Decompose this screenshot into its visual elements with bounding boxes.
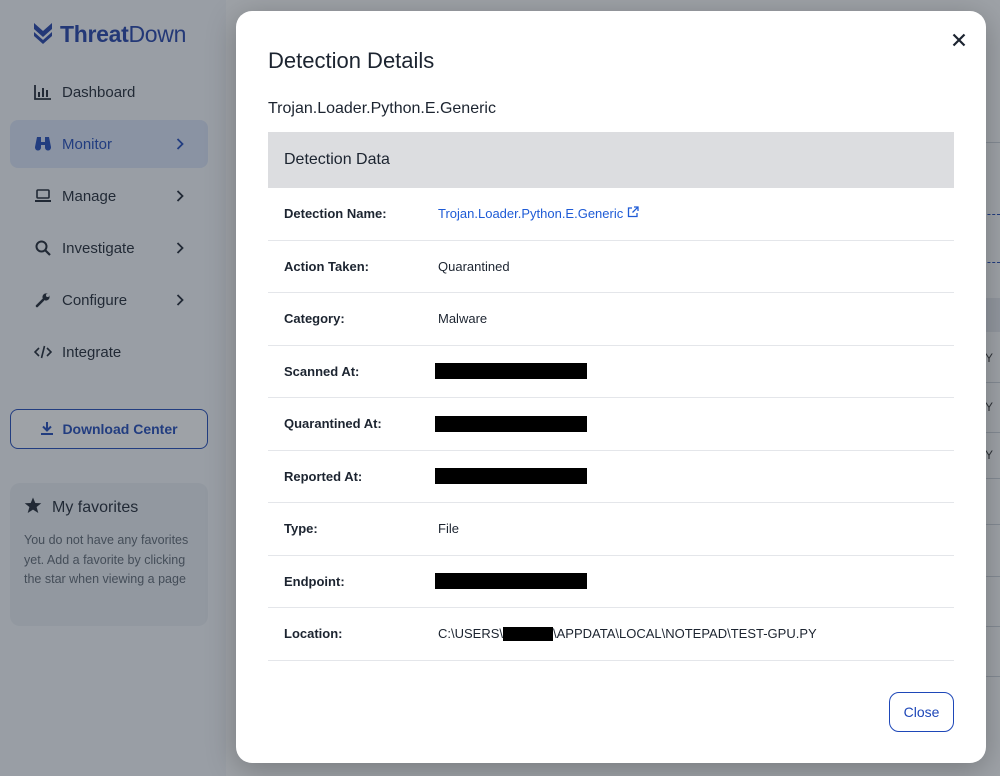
row-label: Quarantined At: bbox=[284, 416, 382, 432]
detection-subtitle: Trojan.Loader.Python.E.Generic bbox=[268, 100, 496, 117]
table-row: Category: Malware bbox=[268, 293, 954, 346]
row-label: Endpoint: bbox=[284, 573, 345, 589]
row-label: Scanned At: bbox=[284, 363, 360, 379]
close-icon[interactable] bbox=[946, 27, 972, 53]
row-label: Category: bbox=[284, 311, 345, 327]
location-prefix: C:\USERS\ bbox=[438, 626, 504, 642]
action-taken-value: Quarantined bbox=[438, 258, 510, 274]
table-row: Reported At: bbox=[268, 451, 954, 503]
detection-name-link[interactable]: Trojan.Loader.Python.E.Generic bbox=[438, 206, 639, 221]
row-label: Location: bbox=[284, 626, 343, 642]
detection-data-table: Detection Name: Trojan.Loader.Python.E.G… bbox=[268, 188, 954, 661]
location-suffix: \APPDATA\LOCAL\NOTEPAD\TEST-GPU.PY bbox=[553, 626, 817, 642]
row-label: Reported At: bbox=[284, 468, 363, 484]
section-header: Detection Data bbox=[268, 132, 954, 188]
redacted-value bbox=[435, 415, 587, 432]
type-value: File bbox=[438, 521, 459, 537]
row-label: Type: bbox=[284, 521, 318, 537]
detection-name-value: Trojan.Loader.Python.E.Generic bbox=[438, 206, 624, 222]
dialog-title: Detection Details bbox=[268, 48, 435, 73]
redacted-value bbox=[435, 573, 587, 590]
table-row: Endpoint: bbox=[268, 556, 954, 608]
table-row: Quarantined At: bbox=[268, 398, 954, 451]
redacted-value bbox=[435, 468, 587, 485]
table-row: Action Taken: Quarantined bbox=[268, 241, 954, 293]
detection-details-dialog: Detection Details Trojan.Loader.Python.E… bbox=[236, 11, 986, 763]
close-button[interactable]: Close bbox=[889, 692, 954, 732]
row-label: Detection Name: bbox=[284, 206, 387, 222]
table-row: Type: File bbox=[268, 503, 954, 556]
redacted-value bbox=[503, 626, 554, 641]
table-row: Scanned At: bbox=[268, 346, 954, 398]
location-value: C:\USERS\ \APPDATA\LOCAL\NOTEPAD\TEST-GPU… bbox=[438, 626, 954, 641]
table-row: Detection Name: Trojan.Loader.Python.E.G… bbox=[268, 188, 954, 241]
table-row: Location: C:\USERS\ \APPDATA\LOCAL\NOTEPA… bbox=[268, 608, 954, 661]
category-value: Malware bbox=[438, 311, 488, 327]
external-link-icon bbox=[627, 206, 639, 221]
row-label: Action Taken: bbox=[284, 258, 369, 274]
redacted-value bbox=[435, 363, 587, 380]
